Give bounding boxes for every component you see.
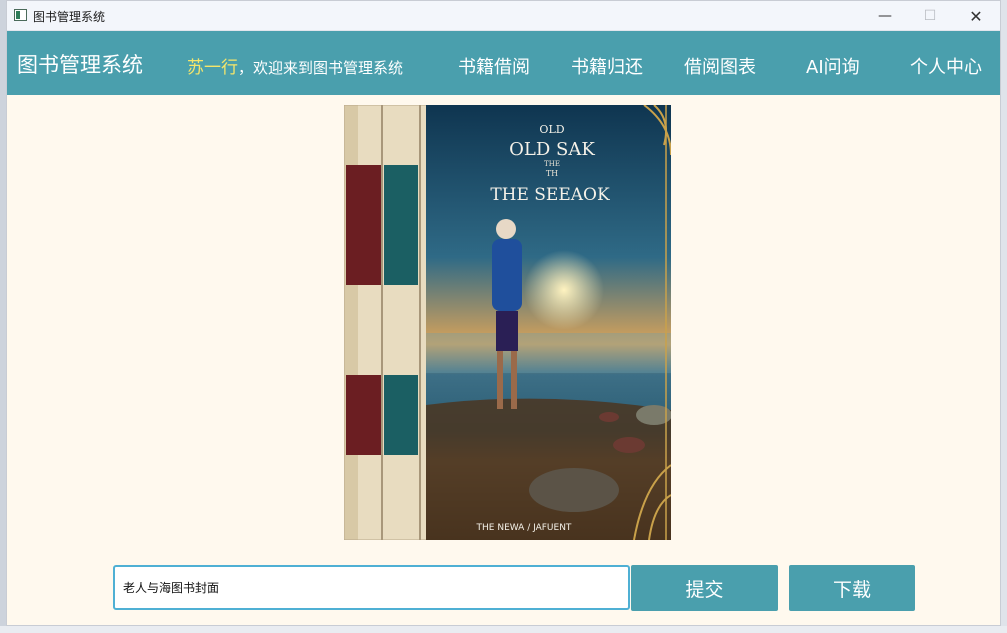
nav-ai-query[interactable]: AI问询 [806, 53, 860, 79]
title-bar: 图书管理系统 — ☐ ✕ [7, 1, 1000, 31]
close-button[interactable]: ✕ [953, 1, 999, 31]
username: 苏一行 [187, 58, 238, 78]
cover-title-line-5: THE SEEAOK [490, 185, 610, 205]
desktop-background-bottom [0, 626, 1007, 633]
app-window: 图书管理系统 — ☐ ✕ 图书管理系统 苏一行，欢迎来到图书管理系统 书籍借阅 … [6, 0, 1001, 626]
nav-borrow-books[interactable]: 书籍借阅 [458, 53, 530, 79]
maximize-button[interactable]: ☐ [907, 1, 953, 31]
cover-title-line-4: TH [546, 169, 558, 178]
window-title: 图书管理系统 [33, 10, 106, 24]
welcome-text: ，欢迎来到图书管理系统 [238, 59, 404, 77]
cover-footer-text: THE NEWA / JAFUENT [476, 523, 572, 533]
generated-book-cover: OLD OLD SAK THE TH THE SEEAOK THE NEWA /… [344, 105, 671, 540]
welcome-message: 苏一行，欢迎来到图书管理系统 [187, 53, 403, 78]
brand-title: 图书管理系统 [17, 53, 143, 77]
nav-borrow-charts[interactable]: 借阅图表 [684, 53, 756, 79]
prompt-input[interactable] [113, 565, 630, 610]
app-icon [14, 9, 27, 21]
main-content: OLD OLD SAK THE TH THE SEEAOK THE NEWA /… [7, 95, 1000, 625]
download-button[interactable]: 下载 [789, 565, 915, 611]
cover-title-line-3: THE [544, 160, 560, 168]
submit-button[interactable]: 提交 [631, 565, 778, 611]
nav-bar: 图书管理系统 苏一行，欢迎来到图书管理系统 书籍借阅 书籍归还 借阅图表 AI问… [7, 31, 1000, 95]
nav-user-center[interactable]: 个人中心 [910, 53, 982, 79]
minimize-button[interactable]: — [862, 1, 908, 31]
cover-title-line-2: OLD SAK [509, 139, 595, 160]
nav-return-books[interactable]: 书籍归还 [571, 53, 643, 79]
cover-title-line-1: OLD [539, 123, 564, 136]
